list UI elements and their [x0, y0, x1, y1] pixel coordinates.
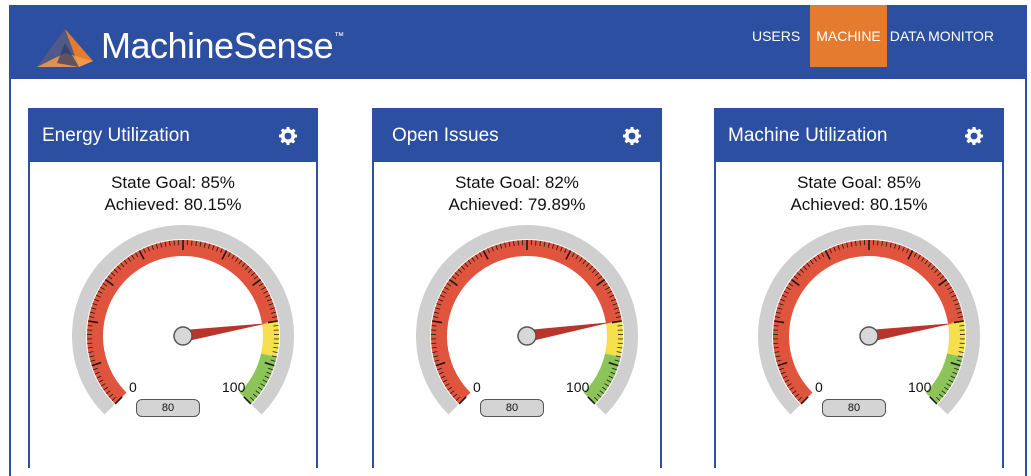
panel-title: Machine Utilization: [728, 125, 888, 146]
gauge-readout: 80: [822, 399, 886, 417]
achieved-text: Achieved: 79.89%: [448, 195, 586, 214]
panel-header: Open Issues: [374, 110, 660, 162]
panel-title: Open Issues: [392, 125, 499, 146]
gauge-min-label: 0: [473, 379, 481, 395]
gauge-band-yellow: [947, 320, 965, 357]
gauge-band-yellow: [261, 320, 279, 357]
panel-open-issues: Open Issues State Goal: 82% Achieved: 79…: [372, 108, 662, 468]
panel-header: Machine Utilization: [716, 110, 1002, 162]
gauge-readout: 80: [136, 399, 200, 417]
machinesense-logo-icon: [37, 29, 93, 67]
top-bar: MachineSense™ USERS MACHINE DATA MONITOR: [9, 5, 1027, 79]
nav-users[interactable]: USERS: [747, 5, 805, 67]
gauge-band-yellow: [605, 320, 623, 357]
main-nav: USERS MACHINE DATA MONITOR: [747, 5, 997, 67]
gauge-hub: [517, 326, 537, 346]
brand-name: MachineSense™: [101, 25, 344, 67]
nav-machine[interactable]: MACHINE: [810, 5, 887, 67]
gauge-readout: 80: [480, 399, 544, 417]
panel-title: Energy Utilization: [42, 125, 190, 146]
gear-icon[interactable]: [622, 126, 642, 146]
gauge-hub: [173, 326, 193, 346]
gauge-max-label: 100: [222, 379, 246, 395]
brand-text: MachineSense: [101, 25, 334, 66]
gauge-max-label: 100: [908, 379, 932, 395]
gauge-max-label: 100: [566, 379, 590, 395]
minor-tick: [273, 325, 279, 327]
panel-energy-utilization: Energy Utilization State Goal: 85% Achie…: [28, 108, 318, 468]
achieved-text: Achieved: 80.15%: [790, 195, 928, 214]
minor-tick: [773, 325, 779, 327]
minor-tick: [87, 325, 93, 327]
goal-text: State Goal: 82%: [455, 173, 579, 192]
panel-machine-utilization: Machine Utilization State Goal: 85% Achi…: [714, 108, 1004, 468]
goal-text: State Goal: 85%: [797, 173, 921, 192]
gear-icon[interactable]: [278, 126, 298, 146]
gauge-min-label: 0: [815, 379, 823, 395]
gauge-hub: [859, 326, 879, 346]
trademark-mark: ™: [334, 31, 344, 42]
gauge-min-label: 0: [129, 379, 137, 395]
minor-tick: [617, 325, 623, 327]
minor-tick: [959, 325, 965, 327]
panel-header: Energy Utilization: [30, 110, 316, 162]
minor-tick: [431, 325, 437, 327]
nav-data-monitor[interactable]: DATA MONITOR: [887, 5, 997, 67]
goal-text: State Goal: 85%: [111, 173, 235, 192]
gear-icon[interactable]: [964, 126, 984, 146]
achieved-text: Achieved: 80.15%: [104, 195, 242, 214]
